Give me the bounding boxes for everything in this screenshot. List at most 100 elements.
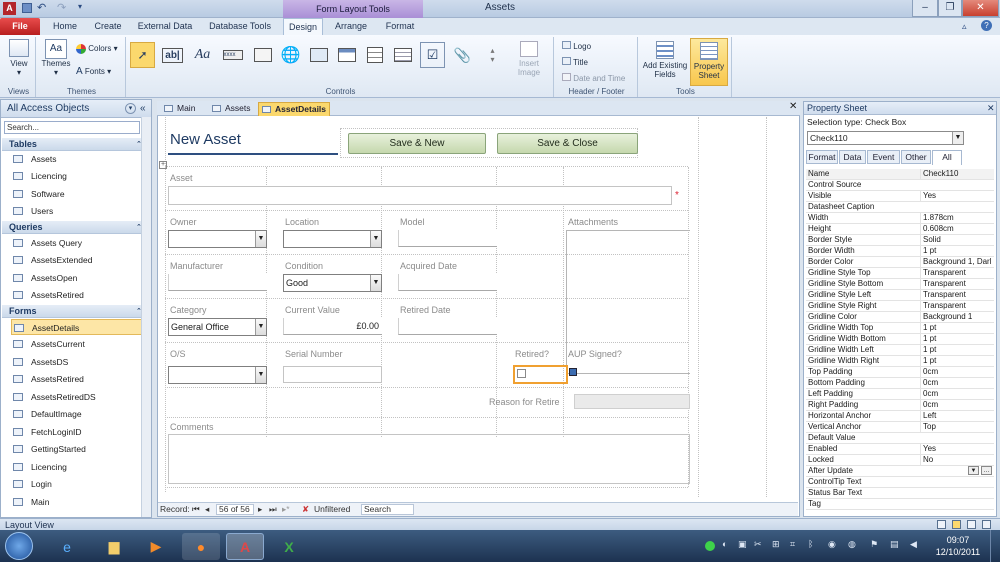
more-controls-icon[interactable]: ▴ ▾ xyxy=(480,42,505,68)
retired-checkbox[interactable] xyxy=(517,369,526,378)
property-value[interactable]: Yes xyxy=(920,444,994,454)
bluetooth-icon[interactable]: ᛒ xyxy=(808,539,813,549)
prop-tab-data[interactable]: Data xyxy=(839,150,866,164)
selected-control-combo[interactable]: Check110 ▼ xyxy=(807,131,964,145)
property-value[interactable]: Transparent xyxy=(920,290,994,300)
property-row[interactable]: Height 0.608cm xyxy=(806,224,994,235)
property-value[interactable]: Transparent xyxy=(920,301,994,311)
doc-tab-main[interactable]: Main xyxy=(161,102,205,116)
close-icon[interactable]: ✕ xyxy=(987,102,995,115)
property-row[interactable]: Datasheet Caption xyxy=(806,202,994,213)
nav-search-input[interactable]: Search... xyxy=(4,121,140,134)
nav-item[interactable]: Software xyxy=(11,186,147,202)
nav-item[interactable]: Users xyxy=(11,203,147,219)
nav-item[interactable]: Assets Query xyxy=(11,235,147,251)
property-row[interactable]: Border Color Background 1, Darl xyxy=(806,257,994,268)
tab-format[interactable]: Format xyxy=(380,18,420,35)
owner-combo[interactable]: ▼ xyxy=(168,230,267,248)
property-row[interactable]: After Update ▼… xyxy=(806,466,994,477)
chevron-down-icon[interactable]: ▼ xyxy=(255,367,266,383)
navigation-control-icon[interactable] xyxy=(334,42,359,68)
property-value[interactable]: Yes xyxy=(920,191,994,201)
property-value[interactable]: Background 1 xyxy=(920,312,994,322)
close-button[interactable]: ✕ xyxy=(962,0,999,17)
collapse-pane-icon[interactable]: « xyxy=(140,100,146,118)
title-button[interactable]: Title xyxy=(562,57,636,67)
acquired-date-field[interactable] xyxy=(398,274,497,291)
nav-item[interactable]: DefaultImage xyxy=(11,406,147,422)
property-row[interactable]: Name Check110 xyxy=(806,169,994,180)
filter-icon[interactable]: ✘ xyxy=(302,503,309,516)
record-search-input[interactable]: Search xyxy=(361,504,414,515)
property-sheet-button[interactable]: Property Sheet xyxy=(690,38,728,86)
property-row[interactable]: Border Style Solid xyxy=(806,235,994,246)
current-value-field[interactable]: £0.00 xyxy=(283,318,382,335)
os-combo[interactable]: ▼ xyxy=(168,366,267,384)
property-value[interactable]: 0cm xyxy=(920,400,994,410)
nav-section-queries[interactable]: Queries ⌃ xyxy=(2,221,151,234)
property-row[interactable]: Enabled Yes xyxy=(806,444,994,455)
tab-external-data[interactable]: External Data xyxy=(133,18,197,35)
property-value[interactable]: Left xyxy=(920,411,994,421)
property-value[interactable]: 0.608cm xyxy=(920,224,994,234)
property-row[interactable]: Default Value xyxy=(806,433,994,444)
property-value[interactable]: No xyxy=(920,455,994,465)
property-row[interactable]: Gridline Width Top 1 pt xyxy=(806,323,994,334)
chevron-down-icon[interactable]: ▾ xyxy=(125,103,136,114)
design-view-icon[interactable] xyxy=(967,520,976,529)
check-box-control-icon[interactable]: ☑ xyxy=(420,42,445,68)
prop-tab-other[interactable]: Other xyxy=(901,150,931,164)
doc-tab-assets[interactable]: Assets xyxy=(209,102,255,116)
prop-tab-event[interactable]: Event xyxy=(867,150,900,164)
property-row[interactable]: Tag xyxy=(806,499,994,510)
tab-home[interactable]: Home xyxy=(46,18,84,35)
nav-item[interactable]: AssetsRetired xyxy=(11,287,147,303)
hyperlink-globe-icon[interactable]: 🌐 xyxy=(278,42,303,68)
tray-icon[interactable]: ✂ xyxy=(754,539,762,550)
nav-section-tables[interactable]: Tables ⌃ xyxy=(2,138,151,151)
property-value[interactable]: 1 pt xyxy=(920,345,994,355)
insert-image-button[interactable]: Insert Image xyxy=(508,41,550,77)
nav-item[interactable]: Main xyxy=(11,494,147,510)
property-row[interactable]: Gridline Style Top Transparent xyxy=(806,268,994,279)
asset-field[interactable] xyxy=(168,186,672,205)
redo-icon[interactable]: ↷ xyxy=(57,1,66,14)
nav-header[interactable]: All Access Objects ▾ « xyxy=(1,100,151,118)
previous-record-icon[interactable]: ◂ xyxy=(205,503,209,516)
property-row[interactable]: Gridline Width Left 1 pt xyxy=(806,345,994,356)
network-icon[interactable]: ▤ xyxy=(890,539,899,550)
page-break-icon[interactable] xyxy=(390,42,415,68)
tray-icon[interactable]: ⊞ xyxy=(772,539,780,550)
property-row[interactable]: Status Bar Text xyxy=(806,488,994,499)
property-row[interactable]: Locked No xyxy=(806,455,994,466)
maximize-button[interactable]: ❐ xyxy=(938,0,962,17)
chevron-down-icon[interactable]: ▼ xyxy=(370,231,381,247)
access-app-icon[interactable]: A xyxy=(3,2,16,15)
qat-dropdown-icon[interactable]: ▾ xyxy=(78,2,82,11)
close-tab-icon[interactable]: ✕ xyxy=(789,101,797,112)
property-row[interactable]: Bottom Padding 0cm xyxy=(806,378,994,389)
property-value[interactable]: 0cm xyxy=(920,367,994,377)
model-field[interactable] xyxy=(398,230,497,247)
chevron-down-icon[interactable]: ▼ xyxy=(952,132,963,144)
chevron-down-icon[interactable]: ▼ xyxy=(255,231,266,247)
access-taskbar-icon[interactable]: A xyxy=(226,533,264,560)
minimize-button[interactable]: – xyxy=(912,0,938,17)
property-value[interactable]: Transparent xyxy=(920,268,994,278)
tab-create[interactable]: Create xyxy=(88,18,128,35)
property-value[interactable]: 0cm xyxy=(920,389,994,399)
filter-status[interactable]: Unfiltered xyxy=(314,503,350,516)
property-row[interactable]: Gridline Color Background 1 xyxy=(806,312,994,323)
nav-item[interactable]: Login xyxy=(11,476,147,492)
media-player-icon[interactable]: ▶ xyxy=(137,533,175,560)
property-value[interactable]: Transparent xyxy=(920,279,994,289)
layout-move-handle-icon[interactable]: + xyxy=(159,161,167,169)
tray-icon[interactable]: ▣ xyxy=(738,539,747,550)
tab-control-icon[interactable] xyxy=(250,42,275,68)
attachment-clip-icon[interactable]: 📎 xyxy=(450,42,475,68)
category-combo[interactable]: General Office ▼ xyxy=(168,318,267,336)
aup-signed-checkbox[interactable] xyxy=(569,368,577,376)
property-value[interactable]: Check110 xyxy=(920,169,994,179)
location-combo[interactable]: ▼ xyxy=(283,230,382,248)
nav-item-selected[interactable]: AssetDetails xyxy=(11,319,147,335)
